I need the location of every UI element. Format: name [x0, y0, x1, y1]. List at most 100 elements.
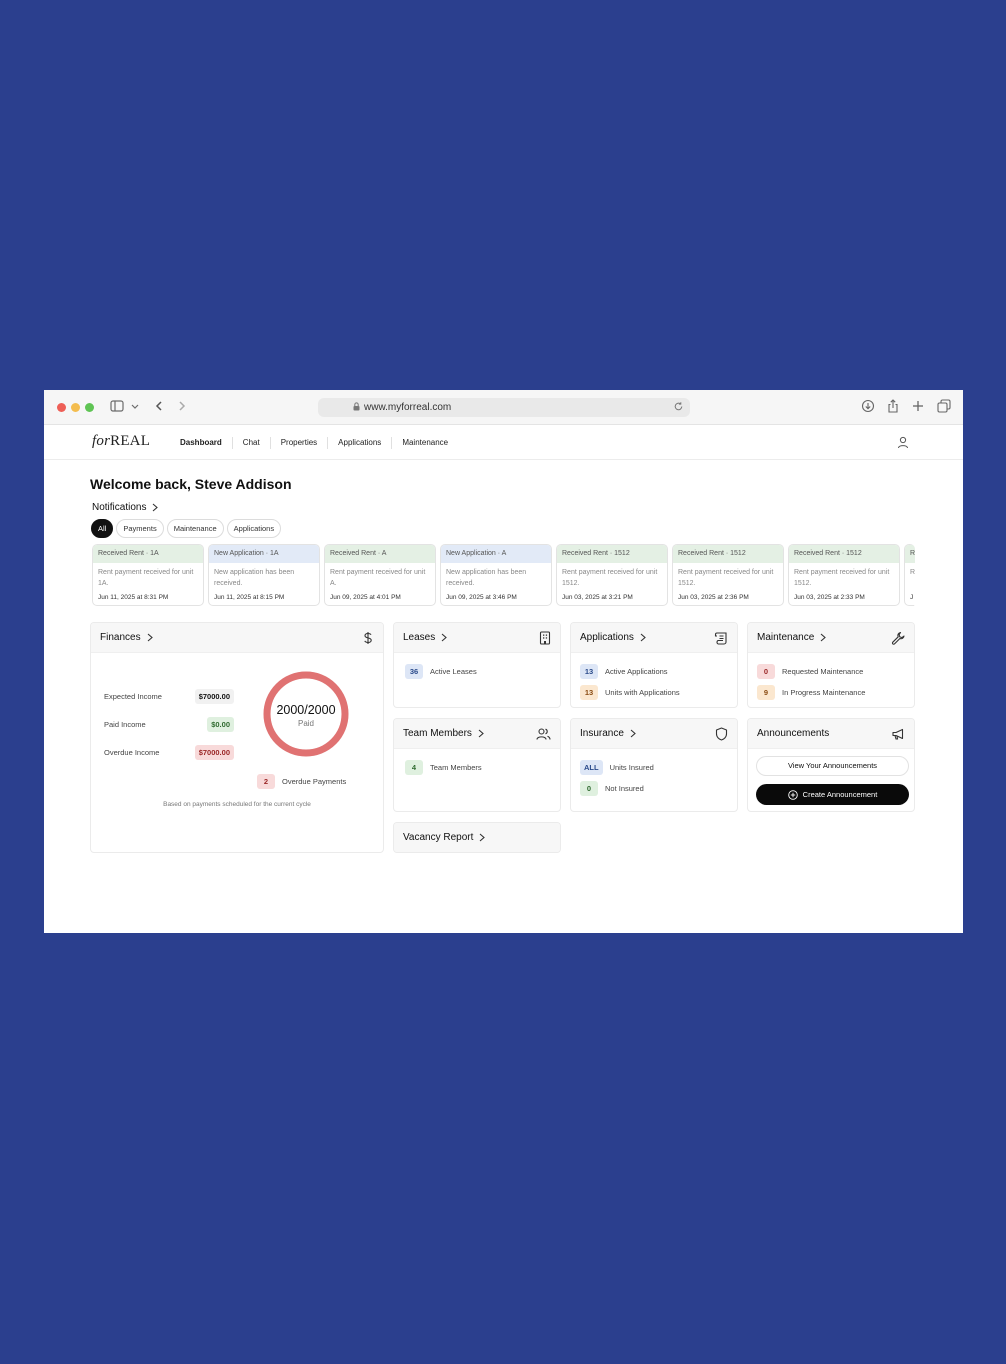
- not-insured-row[interactable]: 0 Not Insured: [580, 781, 644, 796]
- notification-card[interactable]: Received Rent · 1A Rent payment received…: [92, 544, 204, 606]
- team-members-label: Team Members: [430, 763, 482, 772]
- insurance-link[interactable]: Insurance: [580, 728, 636, 739]
- notification-body: Rent payment received for unit 1512.: [562, 569, 658, 587]
- view-announcements-button[interactable]: View Your Announcements: [756, 756, 909, 776]
- forreal-logo[interactable]: forREAL: [92, 433, 150, 450]
- notifications-title: Notifications: [92, 502, 147, 513]
- overdue-payments-count: 2: [257, 774, 275, 789]
- back-icon[interactable]: [154, 399, 164, 413]
- notification-date: Jun 09, 2025 at 4:01 PM: [330, 594, 401, 601]
- team-members-panel: Team Members 4 Team Members: [393, 718, 561, 812]
- download-icon[interactable]: [861, 399, 875, 413]
- notification-card[interactable]: New Application · A New application has …: [440, 544, 552, 606]
- expected-income-value: $7000.00: [194, 689, 234, 704]
- chevron-down-icon[interactable]: [131, 399, 139, 413]
- notification-body: R u: [910, 569, 915, 576]
- dollar-icon: [362, 631, 374, 650]
- tab-overview-icon[interactable]: [937, 399, 951, 413]
- notification-body: New application has been received.: [446, 569, 527, 587]
- notification-title: R: [905, 545, 915, 563]
- chevron-right-icon: [480, 833, 486, 842]
- insurance-panel: Insurance ALL Units Insured 0 Not Insure…: [570, 718, 738, 812]
- sidebar-toggle-icon[interactable]: [110, 399, 124, 413]
- vacancy-report-link[interactable]: Vacancy Report: [403, 832, 486, 843]
- applications-link[interactable]: Applications: [580, 632, 646, 643]
- active-leases-label: Active Leases: [430, 667, 477, 676]
- finances-note: Based on payments scheduled for the curr…: [163, 801, 311, 808]
- notification-title: New Application · A: [441, 545, 551, 563]
- notification-card[interactable]: New Application · 1A New application has…: [208, 544, 320, 606]
- logo-suffix: REAL: [110, 433, 151, 449]
- active-applications-row[interactable]: 13 Active Applications: [580, 664, 668, 679]
- plus-circle-icon: [787, 789, 798, 800]
- overdue-income-label: Overdue Income: [104, 748, 160, 757]
- team-members-count: 4: [405, 760, 423, 775]
- leases-link[interactable]: Leases: [403, 632, 448, 643]
- units-insured-label: Units Insured: [609, 763, 654, 772]
- notification-card[interactable]: Received Rent · 1512 Rent payment receiv…: [672, 544, 784, 606]
- not-insured-count: 0: [580, 781, 598, 796]
- address-bar[interactable]: www.myforreal.com: [318, 398, 690, 417]
- building-icon: [539, 631, 551, 650]
- team-members-row[interactable]: 4 Team Members: [405, 760, 482, 775]
- close-window-button[interactable]: [57, 403, 66, 412]
- in-progress-maintenance-row[interactable]: 9 In Progress Maintenance: [757, 685, 865, 700]
- applications-panel: Applications 13 Active Applications 13 U…: [570, 622, 738, 708]
- leases-panel: Leases 36 Active Leases: [393, 622, 561, 708]
- team-members-link[interactable]: Team Members: [403, 728, 484, 739]
- announcements-panel: Announcements View Your Announcements Cr…: [747, 718, 915, 812]
- units-insured-row[interactable]: ALL Units Insured: [580, 760, 654, 775]
- notification-filters: All Payments Maintenance Applications: [91, 519, 282, 538]
- notification-card[interactable]: Received Rent · 1512 Rent payment receiv…: [556, 544, 668, 606]
- logo-prefix: for: [92, 433, 111, 449]
- nav-properties[interactable]: Properties: [269, 436, 327, 449]
- notification-body: Rent payment received for unit 1A.: [98, 569, 194, 587]
- active-leases-row[interactable]: 36 Active Leases: [405, 664, 477, 679]
- minimize-window-button[interactable]: [71, 403, 80, 412]
- finances-link[interactable]: Finances: [100, 632, 153, 643]
- vacancy-report-panel: Vacancy Report: [393, 822, 561, 853]
- requested-maintenance-label: Requested Maintenance: [782, 667, 864, 676]
- overdue-payments[interactable]: 2 Overdue Payments: [257, 774, 346, 789]
- notification-card[interactable]: Received Rent · A Rent payment received …: [324, 544, 436, 606]
- nav-chat[interactable]: Chat: [231, 436, 270, 449]
- maintenance-link[interactable]: Maintenance: [757, 632, 827, 643]
- notification-date: Jun 09, 2025 at 3:46 PM: [446, 594, 517, 601]
- requested-maintenance-count: 0: [757, 664, 775, 679]
- requested-maintenance-row[interactable]: 0 Requested Maintenance: [757, 664, 863, 679]
- filter-maintenance[interactable]: Maintenance: [166, 519, 224, 538]
- insurance-title: Insurance: [580, 728, 624, 739]
- finances-panel: Finances Expected Income $7000.00 Paid I…: [90, 622, 384, 853]
- nav-dashboard[interactable]: Dashboard: [170, 437, 232, 449]
- active-leases-count: 36: [405, 664, 423, 679]
- chevron-right-icon: [153, 503, 159, 512]
- scroll-icon: [714, 631, 728, 650]
- notification-date: J: [910, 594, 914, 601]
- create-announcement-button[interactable]: Create Announcement: [756, 784, 909, 805]
- units-with-applications-label: Units with Applications: [605, 688, 680, 697]
- notifications-link[interactable]: Notifications: [92, 502, 159, 513]
- vacancy-report-title: Vacancy Report: [403, 832, 474, 843]
- notification-title: New Application · 1A: [209, 545, 319, 563]
- nav-applications[interactable]: Applications: [327, 436, 391, 449]
- notification-card[interactable]: R R u J: [904, 544, 915, 606]
- filter-applications[interactable]: Applications: [226, 519, 282, 538]
- user-profile-icon[interactable]: [897, 436, 909, 454]
- overdue-income-row: Overdue Income $7000.00: [104, 745, 234, 760]
- new-tab-icon[interactable]: [912, 399, 924, 413]
- share-icon[interactable]: [887, 399, 899, 413]
- chevron-right-icon: [441, 633, 448, 642]
- notification-card[interactable]: Received Rent · 1512 Rent payment receiv…: [788, 544, 900, 606]
- forward-icon[interactable]: [177, 399, 187, 413]
- notification-date: Jun 11, 2025 at 8:15 PM: [214, 594, 285, 601]
- nav-maintenance[interactable]: Maintenance: [391, 436, 458, 449]
- zoom-window-button[interactable]: [85, 403, 94, 412]
- users-icon: [536, 727, 551, 746]
- notification-body: Rent payment received for unit 1512.: [794, 569, 890, 587]
- filter-payments[interactable]: Payments: [116, 519, 164, 538]
- units-with-applications-row[interactable]: 13 Units with Applications: [580, 685, 680, 700]
- filter-all[interactable]: All: [91, 519, 114, 538]
- not-insured-label: Not Insured: [605, 784, 644, 793]
- reload-icon[interactable]: [673, 401, 684, 415]
- maintenance-panel: Maintenance 0 Requested Maintenance 9 In…: [747, 622, 915, 708]
